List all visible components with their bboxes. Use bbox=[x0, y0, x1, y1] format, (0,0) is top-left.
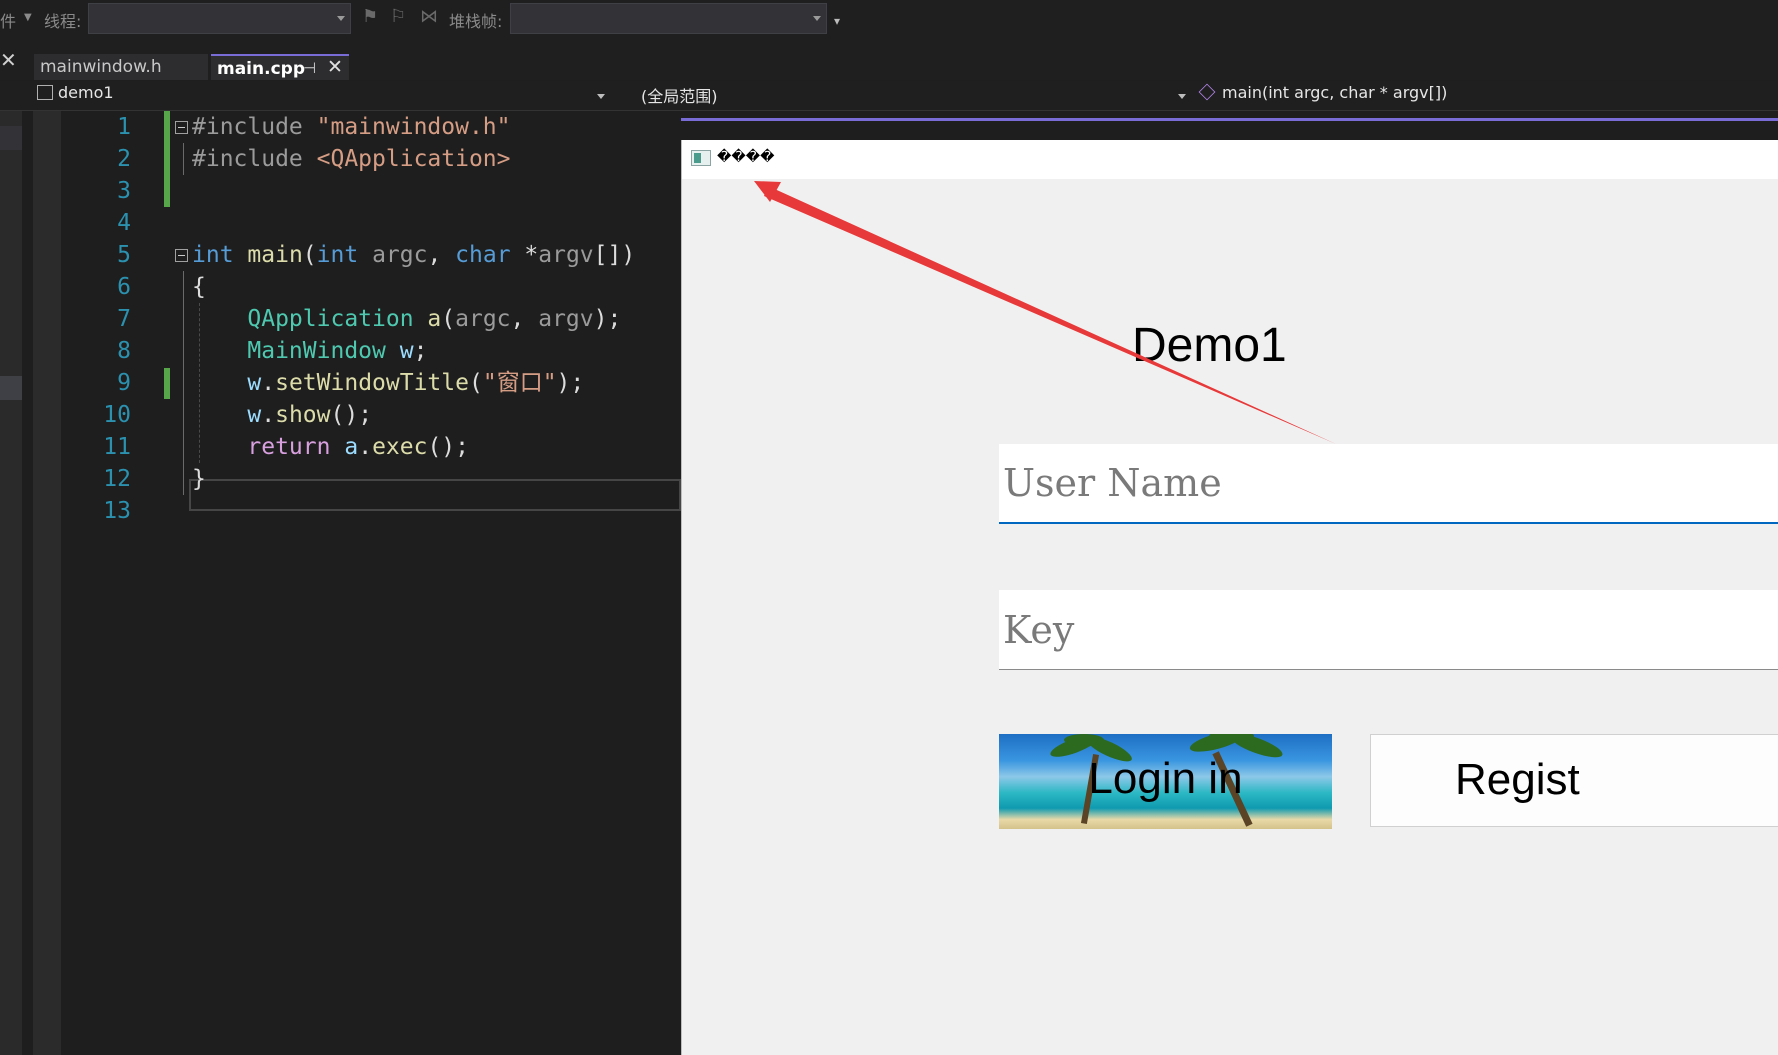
member-dropdown[interactable]: main(int argc, char * argv[]) bbox=[1198, 83, 1778, 109]
line-number: 10 bbox=[103, 402, 131, 428]
tab-label: main.cpp bbox=[217, 59, 305, 79]
chevron-down-icon bbox=[597, 94, 605, 99]
register-button-label: Regist bbox=[1455, 755, 1580, 804]
register-button[interactable]: Regist bbox=[1370, 734, 1778, 827]
tab-label: mainwindow.h bbox=[40, 57, 162, 77]
login-button[interactable]: Login in bbox=[999, 734, 1332, 829]
panel-dropdown[interactable] bbox=[0, 126, 22, 150]
pin-icon[interactable]: ⊣ bbox=[303, 59, 316, 77]
code-token: MainWindow bbox=[247, 338, 386, 364]
close-icon[interactable]: ✕ bbox=[0, 48, 17, 72]
fold-toggle[interactable] bbox=[175, 249, 188, 262]
chevron-down-icon bbox=[813, 16, 821, 21]
code-token: argv bbox=[538, 242, 594, 268]
line-number: 4 bbox=[117, 210, 131, 236]
code-line: #include "mainwindow.h" bbox=[192, 111, 511, 143]
project-icon bbox=[37, 85, 53, 100]
code-token: int bbox=[316, 242, 359, 268]
code-token: w bbox=[247, 402, 262, 428]
thread-switch-icon[interactable]: ⋈ bbox=[420, 6, 438, 27]
navigation-bar: demo1 (全局范围) main(int argc, char * argv[… bbox=[0, 81, 1778, 111]
thread-combo[interactable] bbox=[88, 3, 351, 34]
project-name: demo1 bbox=[58, 83, 114, 102]
line-number: 3 bbox=[117, 178, 131, 204]
qt-app-window[interactable]: ���� Demo1 Login in Regist bbox=[681, 140, 1778, 1055]
code-token: QApplication bbox=[247, 306, 414, 332]
key-input[interactable] bbox=[999, 590, 1778, 669]
code-token: char bbox=[455, 242, 511, 268]
code-line: { bbox=[192, 274, 206, 300]
code-token: a bbox=[344, 434, 359, 460]
code-token: w bbox=[399, 338, 414, 364]
tab-main-cpp[interactable]: main.cpp ⊣ ✕ bbox=[211, 54, 349, 80]
line-number: 2 bbox=[117, 146, 131, 172]
code-token: "窗口" bbox=[482, 370, 557, 396]
code-token: setWindowTitle bbox=[275, 370, 469, 396]
panel-selection bbox=[0, 376, 22, 400]
line-number: 6 bbox=[117, 274, 131, 300]
scope-name: (全局范围) bbox=[641, 87, 718, 106]
code-line: w.show(); bbox=[247, 402, 373, 428]
thread-label: 线程: bbox=[44, 12, 82, 31]
code-line: int main(int argc, char *argv[]) bbox=[192, 242, 636, 268]
login-button-label: Login in bbox=[1088, 754, 1243, 803]
code-line: MainWindow w; bbox=[247, 338, 428, 364]
tab-mainwindow-h[interactable]: mainwindow.h bbox=[34, 54, 208, 80]
username-input[interactable] bbox=[999, 444, 1778, 522]
code-token: show bbox=[275, 402, 331, 428]
code-token: int bbox=[192, 242, 234, 268]
code-token: a bbox=[427, 306, 442, 332]
breakpoint-margin[interactable] bbox=[33, 111, 61, 1055]
code-line: #include <QApplication> bbox=[192, 143, 511, 175]
scope-dropdown[interactable]: (全局范围) bbox=[641, 83, 1191, 109]
code-line: } bbox=[192, 466, 206, 492]
code-token: main bbox=[247, 242, 303, 268]
code-token: #include bbox=[192, 114, 303, 140]
stack-frame-combo[interactable] bbox=[510, 3, 827, 34]
chevron-down-icon bbox=[1178, 94, 1186, 99]
line-number: 7 bbox=[117, 306, 131, 332]
username-field[interactable] bbox=[999, 444, 1778, 524]
chevron-down-icon[interactable]: ▼ bbox=[24, 12, 32, 23]
line-number: 5 bbox=[117, 242, 131, 268]
line-number: 1 bbox=[117, 114, 131, 140]
member-name: main(int argc, char * argv[]) bbox=[1222, 83, 1448, 102]
code-line: w.setWindowTitle("窗口"); bbox=[247, 370, 585, 396]
window-title: ���� bbox=[717, 149, 775, 165]
code-line: QApplication a(argc, argv); bbox=[247, 306, 622, 332]
key-field[interactable] bbox=[999, 590, 1778, 670]
code-token: exec bbox=[372, 434, 428, 460]
code-token: return bbox=[247, 434, 331, 460]
cube-icon bbox=[1198, 83, 1216, 101]
fold-toggle[interactable] bbox=[175, 121, 188, 134]
code-line: return a.exec(); bbox=[247, 434, 469, 460]
code-token: argc bbox=[455, 306, 511, 332]
debug-toolbar: 件 ▼ 线程: ⚑ ⚐ ⋈ 堆栈帧: ▾ bbox=[0, 0, 1778, 40]
demo-heading: Demo1 bbox=[1132, 319, 1287, 372]
code-token: w bbox=[247, 370, 262, 396]
flag-threads-icon[interactable]: ⚐ bbox=[390, 6, 406, 27]
code-token: #include bbox=[192, 146, 303, 172]
flag-icon[interactable]: ⚑ bbox=[362, 6, 378, 27]
line-number: 12 bbox=[103, 466, 131, 492]
app-window-icon bbox=[691, 150, 711, 166]
code-token: argv bbox=[538, 306, 594, 332]
line-number: 8 bbox=[117, 338, 131, 364]
code-token: argc bbox=[372, 242, 428, 268]
project-dropdown[interactable]: demo1 bbox=[37, 83, 609, 109]
event-label: 件 bbox=[0, 12, 17, 31]
overflow-icon[interactable]: ▾ bbox=[834, 14, 840, 28]
line-number: 9 bbox=[117, 370, 131, 396]
chevron-down-icon bbox=[337, 16, 345, 21]
close-icon[interactable]: ✕ bbox=[327, 56, 343, 78]
qt-titlebar[interactable]: ���� bbox=[682, 140, 1778, 179]
line-number: 11 bbox=[103, 434, 131, 460]
left-panel-strip bbox=[0, 111, 22, 1055]
document-tabs: ✕ mainwindow.h main.cpp ⊣ ✕ bbox=[0, 40, 1778, 121]
code-editor[interactable]: 1 2 3 4 5 6 7 8 9 10 11 12 13 #include "… bbox=[61, 111, 681, 1055]
line-number: 13 bbox=[103, 498, 131, 524]
stack-frame-label: 堆栈帧: bbox=[449, 12, 503, 31]
code-token: "mainwindow.h" bbox=[316, 114, 511, 140]
code-token: <QApplication> bbox=[316, 146, 511, 172]
